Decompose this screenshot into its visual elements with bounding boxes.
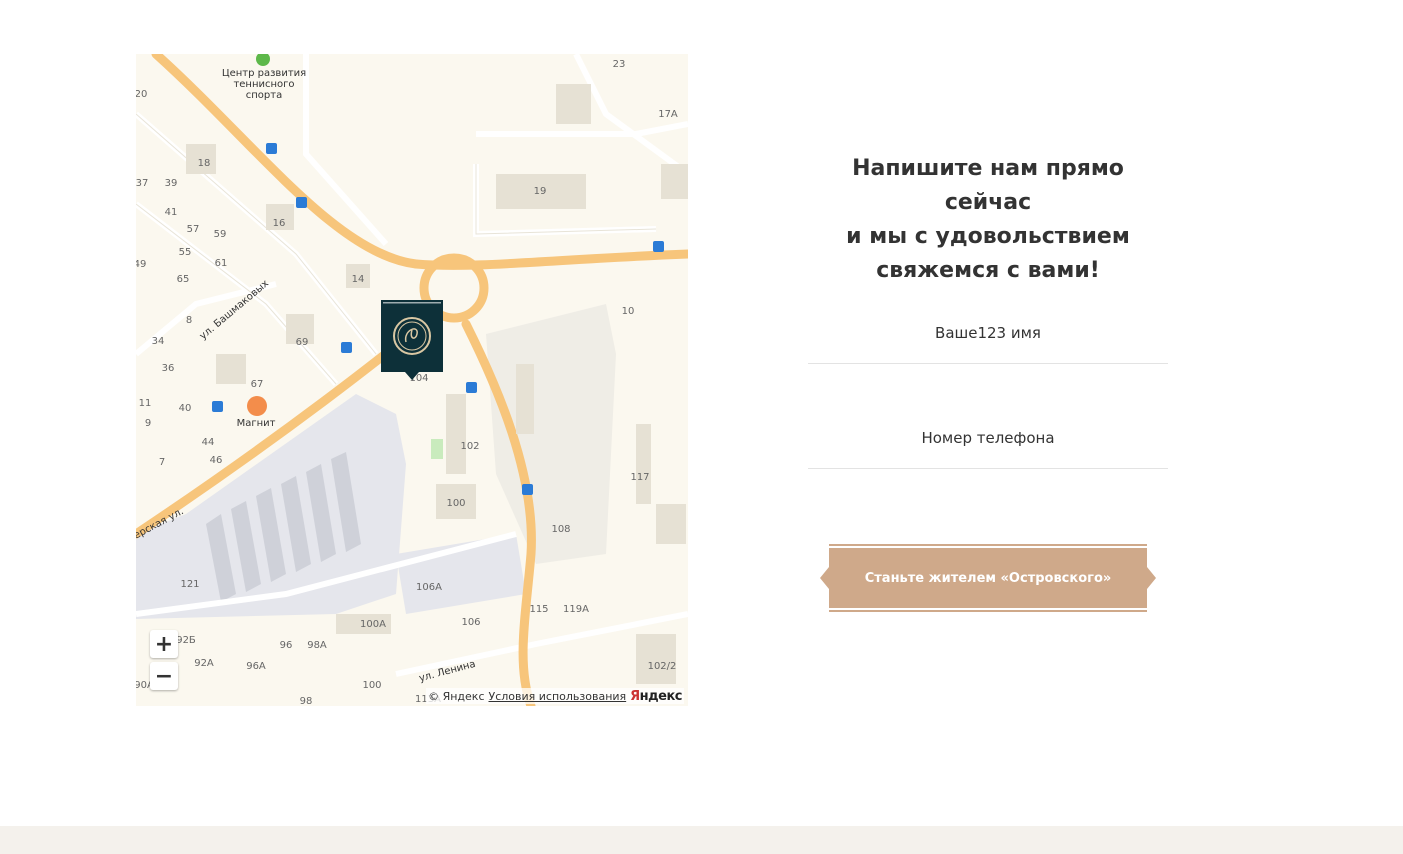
name-placeholder: Ваше123 имя — [935, 324, 1041, 342]
house-number: 69 — [296, 337, 309, 348]
house-number: 121 — [180, 579, 199, 590]
bus-stop-icon[interactable] — [466, 382, 477, 393]
bus-stop-icon[interactable] — [653, 241, 664, 252]
map-label: ул. Башмаковых — [198, 278, 271, 342]
house-number: 65 — [177, 274, 190, 285]
house-number: 67 — [251, 379, 264, 390]
bus-stop-icon[interactable] — [266, 143, 277, 154]
house-number: 18 — [198, 158, 211, 169]
house-number: 59 — [214, 229, 227, 240]
house-number: 39 — [165, 178, 178, 189]
heading-line: и мы с удовольствием — [846, 224, 1130, 249]
house-number: 102/2 — [648, 661, 677, 672]
house-number: 100 — [446, 498, 465, 509]
house-number: 102 — [460, 441, 479, 452]
house-number: 92Б — [176, 635, 196, 646]
house-number: 117 — [630, 472, 649, 483]
phone-placeholder: Номер телефона — [921, 429, 1055, 447]
location-marker[interactable] — [381, 300, 443, 380]
tennis-icon[interactable] — [256, 54, 270, 66]
heading-line: Напишите нам прямо сейчас — [852, 156, 1124, 215]
house-number: 119А — [563, 604, 589, 615]
house-number: 40 — [179, 403, 192, 414]
house-number: 98А — [307, 640, 327, 651]
house-number: 57 — [187, 224, 200, 235]
house-number: 61 — [215, 258, 228, 269]
map-canvas[interactable]: Центр развития теннисного спорта Магнит … — [136, 54, 688, 706]
house-number: 11 — [139, 398, 152, 409]
bus-stop-icon[interactable] — [212, 401, 223, 412]
house-number: 49 — [136, 259, 146, 270]
house-number: 106 — [461, 617, 480, 628]
yandex-logo-red: Я — [630, 688, 640, 704]
house-number: 23 — [613, 59, 626, 70]
map-copyright: © Яндекс Условия использования Яндекс — [426, 688, 684, 704]
contact-heading: Напишите нам прямо сейчас и мы с удоволь… — [808, 152, 1168, 288]
house-number: 17А — [658, 109, 678, 120]
footer-strip — [0, 826, 1403, 854]
house-number: 100А — [360, 619, 386, 630]
house-number: 10 — [622, 306, 635, 317]
house-number: 41 — [165, 207, 178, 218]
house-number: 96А — [246, 661, 266, 672]
bus-stop-icon[interactable] — [522, 484, 533, 495]
house-number: 55 — [179, 247, 192, 258]
shop-icon[interactable] — [247, 396, 267, 416]
heading-line: свяжемся с вами! — [876, 258, 1100, 283]
house-number: 20 — [136, 89, 147, 100]
name-field[interactable]: Ваше123 имя — [808, 303, 1168, 364]
zoom-out-button[interactable]: − — [150, 662, 178, 690]
house-number: 34 — [152, 336, 165, 347]
house-number: 37 — [136, 178, 148, 189]
map[interactable]: Центр развития теннисного спорта Магнит … — [136, 54, 688, 706]
map-label: Магнит — [237, 418, 276, 429]
become-resident-button[interactable]: Станьте жителем «Островского» — [820, 544, 1156, 612]
house-number: 108 — [551, 524, 570, 535]
map-label: Центр развития — [222, 68, 306, 79]
phone-field[interactable]: Номер телефона — [808, 408, 1168, 469]
bus-stop-icon[interactable] — [296, 197, 307, 208]
house-number: 8 — [186, 315, 192, 326]
yandex-logo[interactable]: Яндекс — [630, 689, 682, 704]
bus-stop-icon[interactable] — [341, 342, 352, 353]
house-number: 98 — [300, 696, 313, 706]
copyright-text: © Яндекс — [428, 689, 485, 703]
house-number: 19 — [534, 186, 547, 197]
house-number: 16 — [273, 218, 286, 229]
house-number: 36 — [162, 363, 175, 374]
house-number: 106А — [416, 582, 442, 593]
house-number: 14 — [352, 274, 365, 285]
map-label: теннисного — [233, 79, 294, 90]
terms-link[interactable]: Условия использования — [489, 690, 627, 703]
house-number: 7 — [159, 457, 165, 468]
zoom-in-button[interactable]: + — [150, 630, 178, 658]
house-number: 44 — [202, 437, 215, 448]
house-number: 92А — [194, 658, 214, 669]
house-number: 115 — [529, 604, 548, 615]
house-number: 9 — [145, 418, 151, 429]
house-number: 100 — [362, 680, 381, 691]
yandex-logo-rest: ндекс — [639, 688, 683, 704]
house-number: 96 — [280, 640, 293, 651]
map-label: спорта — [246, 90, 282, 101]
cta-label: Станьте жителем «Островского» — [864, 570, 1112, 586]
house-number: 46 — [210, 455, 223, 466]
